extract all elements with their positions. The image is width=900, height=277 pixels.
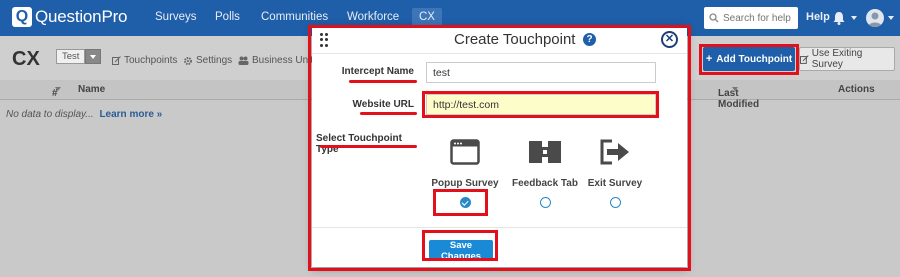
logo-text: QuestionPro: [35, 7, 128, 26]
subnav-settings[interactable]: Settings: [183, 55, 232, 66]
column-last-modified-label: Last Modified: [718, 88, 760, 110]
chevron-down-icon: [851, 16, 857, 20]
survey-select-toggle[interactable]: [85, 49, 102, 64]
questionpro-logo[interactable]: Q QuestionPro: [12, 7, 127, 27]
nav-cx[interactable]: CX: [412, 8, 442, 26]
help-search[interactable]: [704, 7, 798, 29]
annotation-box-url-field: [422, 91, 659, 118]
annotation-underline-intercept: [349, 80, 417, 83]
bell-icon[interactable]: [831, 10, 847, 26]
chevron-down-icon: [90, 54, 97, 59]
annotation-box-save-button: [422, 230, 498, 261]
search-icon: [709, 13, 719, 23]
edit-icon: [112, 56, 121, 65]
annotation-box-modal: [308, 25, 691, 271]
survey-select[interactable]: Test: [56, 49, 102, 64]
nav-polls[interactable]: Polls: [215, 11, 240, 23]
nav-workforce[interactable]: Workforce: [347, 11, 399, 23]
use-existing-survey-button[interactable]: Use Exiting Survey: [799, 47, 895, 71]
subnav-touchpoints[interactable]: Touchpoints: [112, 55, 177, 66]
column-number-label: #: [52, 88, 58, 99]
empty-table-text: No data to display...: [6, 109, 94, 120]
annotation-underline-touchpoint-type: [320, 145, 417, 148]
annotation-underline-url: [360, 112, 417, 115]
gear-icon: [184, 56, 192, 65]
use-existing-survey-label: Use Exiting Survey: [811, 48, 863, 70]
page-title: CX: [12, 48, 40, 70]
nav-surveys[interactable]: Surveys: [155, 11, 197, 23]
edit-icon: [800, 54, 809, 64]
user-menu-chevron-icon[interactable]: [888, 16, 894, 20]
column-last-modified[interactable]: Last Modified: [718, 84, 759, 110]
users-icon: [238, 56, 249, 65]
annotation-box-add-touchpoint: [699, 44, 799, 75]
subnav-settings-label: Settings: [196, 55, 233, 66]
column-number[interactable]: #: [52, 84, 61, 99]
column-actions: Actions: [838, 84, 875, 95]
subnav-business-unit[interactable]: Business Unit: [238, 55, 313, 66]
subnav-touchpoints-label: Touchpoints: [124, 55, 178, 66]
learn-more-link[interactable]: Learn more »: [99, 109, 162, 120]
subnav-business-unit-label: Business Unit: [252, 55, 314, 66]
survey-select-value: Test: [56, 49, 86, 64]
user-avatar[interactable]: [866, 9, 884, 27]
empty-table-message: No data to display... Learn more »: [6, 109, 162, 120]
help-search-input[interactable]: [723, 12, 793, 24]
annotation-box-popup-radio: [433, 189, 488, 216]
nav-communities[interactable]: Communities: [261, 11, 328, 23]
logo-mark-icon: Q: [12, 7, 32, 27]
column-name[interactable]: Name: [78, 84, 105, 95]
help-link[interactable]: Help: [806, 11, 830, 23]
